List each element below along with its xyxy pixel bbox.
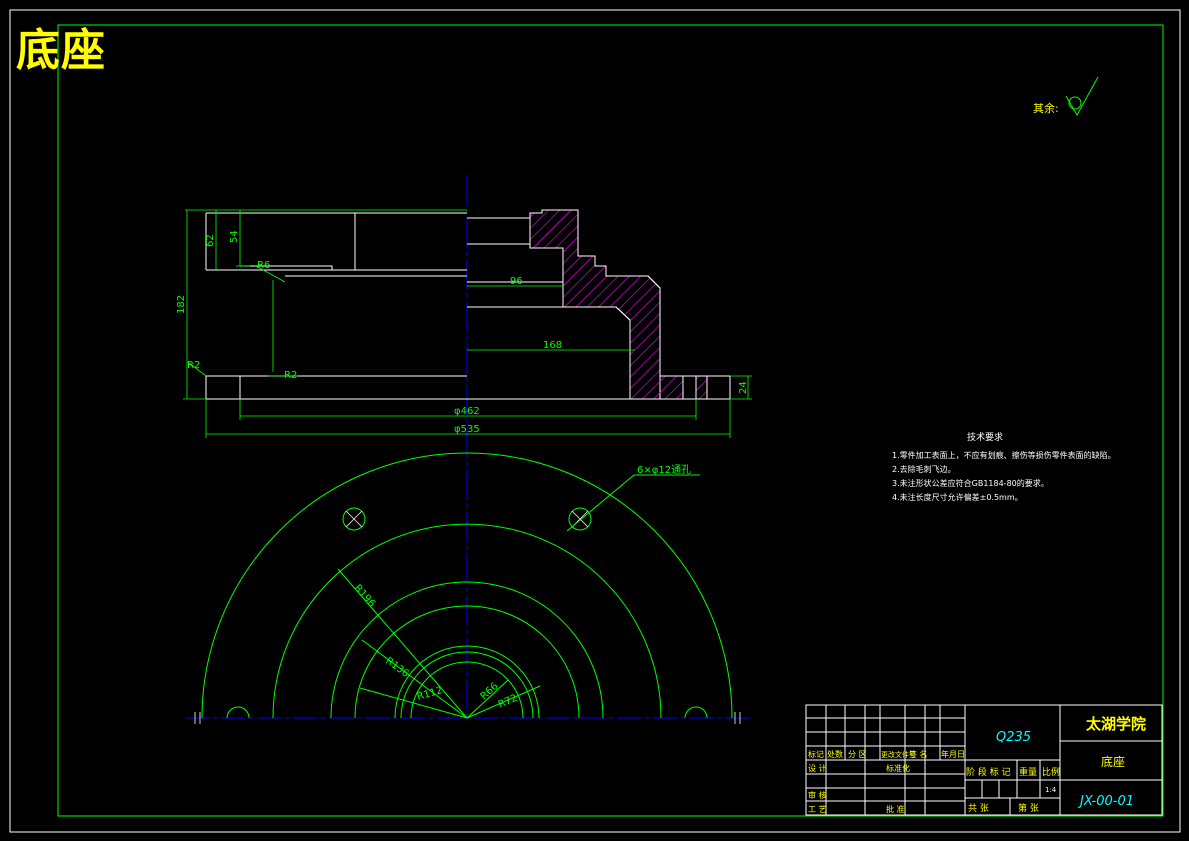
section-hatch-tab <box>695 375 708 400</box>
dim-phi462: φ462 <box>454 406 480 417</box>
roughness-symbol <box>1065 76 1099 117</box>
section-hatch <box>529 209 684 400</box>
dim-r6: R6 <box>257 260 270 271</box>
tb-label-process: 工 艺 <box>808 805 827 814</box>
dim-r66: R66 <box>479 681 501 702</box>
tb-label-standard: 标准化 <box>886 763 910 773</box>
dim-96: 96 <box>510 276 523 287</box>
cad-drawing: 其余: 62 54 182 R6 R2 R2 96 168 24 φ462 φ5… <box>9 9 1181 833</box>
dim-r2-inner: R2 <box>284 370 297 381</box>
tb-part-name: 底座 <box>1101 754 1125 769</box>
tech-item-4: 4.未注长度尺寸允许偏差±0.5mm。 <box>892 493 1023 502</box>
tb-label-design: 设 计 <box>808 763 827 773</box>
dim-holes: 6×φ12通孔 <box>637 464 691 476</box>
tb-label-approve: 批 准 <box>886 804 905 814</box>
tb-label-sheet-total: 共 张 <box>968 803 989 814</box>
tb-label-weight: 重量 <box>1019 766 1037 778</box>
dim-r136: R136 <box>383 656 411 680</box>
tb-label-zone: 分 区 <box>848 750 867 759</box>
tb-label-date: 年月日 <box>941 749 965 759</box>
dim-r196: R196 <box>352 583 377 610</box>
roughness-label: 其余: <box>1033 101 1059 115</box>
dim-r72: R72 <box>497 693 519 711</box>
section-view: 62 54 182 R6 R2 R2 96 168 24 φ462 φ535 <box>176 175 752 722</box>
inner-frame <box>57 24 1164 817</box>
dim-r2-outer: R2 <box>187 360 200 371</box>
tb-school: 太湖学院 <box>1086 715 1146 733</box>
tb-material: Q235 <box>996 730 1031 745</box>
tb-label-sign: 签 名 <box>909 749 928 759</box>
dim-54: 54 <box>229 230 240 243</box>
tech-item-2: 2.去除毛刺飞边。 <box>892 465 956 474</box>
drawing-title: 底座 <box>16 25 106 76</box>
dim-62: 62 <box>205 234 216 247</box>
dim-182: 182 <box>176 295 187 314</box>
tb-label-scale: 比例 <box>1042 766 1060 778</box>
tb-scale-value: 1:4 <box>1045 786 1057 794</box>
tb-label-stage: 阶 段 标 记 <box>966 766 1011 778</box>
dim-24: 24 <box>738 381 749 394</box>
tech-item-3: 3.未注形状公差应符合GB1184-80的要求。 <box>892 479 1049 488</box>
tb-label-sheet-no: 第 张 <box>1018 802 1039 814</box>
dim-168: 168 <box>543 340 562 351</box>
tech-heading: 技术要求 <box>967 433 1004 443</box>
tb-label-count: 处数 <box>827 749 843 759</box>
tech-item-1: 1.零件加工表面上，不应有划痕、擦伤等损伤零件表面的缺陷。 <box>892 451 1116 460</box>
tb-label-check: 审 核 <box>808 790 827 800</box>
dim-phi535: φ535 <box>454 424 480 435</box>
tb-label-mark: 标记 <box>808 749 824 759</box>
tb-drawing-no: JX-00-01 <box>1077 794 1134 809</box>
outer-border <box>9 9 1181 833</box>
